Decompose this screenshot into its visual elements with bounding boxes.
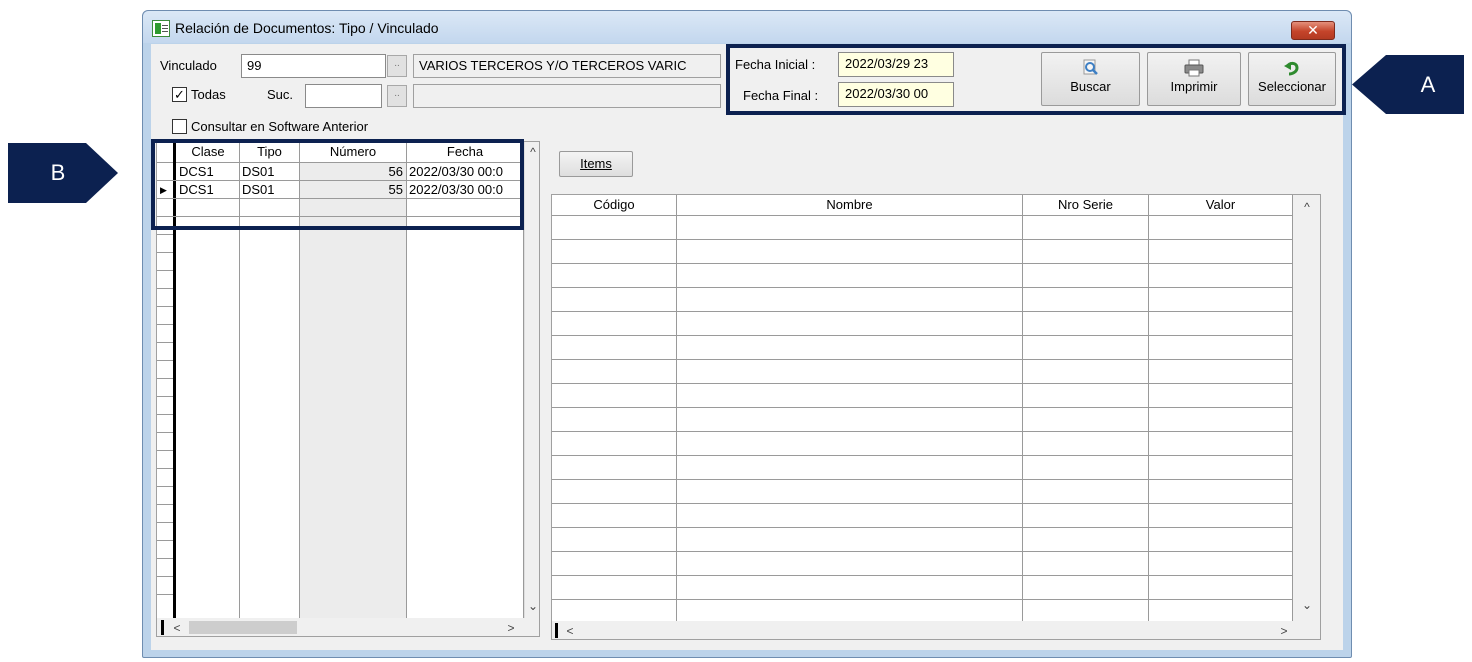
suc-lookup-button[interactable]: ..	[387, 85, 407, 107]
scroll-left-icon[interactable]: <	[169, 620, 185, 636]
documents-horizontal-scrollbar[interactable]: < >	[157, 618, 539, 636]
suc-input[interactable]	[305, 84, 382, 108]
scroll-up-icon[interactable]: ^	[525, 144, 539, 160]
scroll-thumb[interactable]	[189, 621, 297, 634]
annotation-marker-b: B	[8, 143, 118, 203]
items-vertical-scrollbar[interactable]: ^ ⌄	[1293, 195, 1320, 621]
annotation-frame-b	[151, 139, 524, 230]
annotation-label-b: B	[50, 160, 66, 185]
scroll-left-icon[interactable]: <	[562, 623, 578, 639]
column-header-nro-serie[interactable]: Nro Serie	[1023, 195, 1148, 215]
annotation-frame-a	[726, 44, 1346, 115]
scroll-right-icon[interactable]: >	[503, 620, 519, 636]
suc-label: Suc.	[267, 87, 294, 102]
column-header-nombre[interactable]: Nombre	[677, 195, 1022, 215]
column-header-valor[interactable]: Valor	[1149, 195, 1292, 215]
scroll-down-icon[interactable]: ⌄	[525, 598, 539, 614]
close-button[interactable]: ✕	[1291, 21, 1335, 40]
suc-name-field	[413, 84, 721, 108]
vinculado-input[interactable]: 99	[241, 54, 386, 78]
vinculado-lookup-button[interactable]: ..	[387, 55, 407, 77]
window-title: Relación de Documentos: Tipo / Vinculado	[175, 20, 439, 36]
consultar-label: Consultar en Software Anterior	[191, 119, 369, 134]
consultar-checkbox[interactable]	[172, 119, 187, 134]
vinculado-name-field: VARIOS TERCEROS Y/O TERCEROS VARIC	[413, 54, 721, 78]
check-icon: ✓	[174, 87, 185, 102]
vinculado-label: Vinculado	[160, 58, 217, 73]
annotation-marker-a: A	[1352, 55, 1464, 114]
document-list-icon	[152, 20, 170, 37]
column-header-codigo[interactable]: Código	[552, 195, 676, 215]
items-button[interactable]: Items	[559, 151, 633, 177]
dialog-content: Vinculado 99 .. VARIOS TERCEROS Y/O TERC…	[151, 44, 1343, 650]
scroll-right-icon[interactable]: >	[1276, 623, 1292, 639]
todas-label: Todas	[191, 87, 226, 102]
annotation-label-a: A	[1420, 71, 1436, 97]
todas-checkbox[interactable]: ✓	[172, 87, 187, 102]
scroll-up-icon[interactable]: ^	[1299, 199, 1315, 215]
scroll-down-icon[interactable]: ⌄	[1299, 597, 1315, 613]
items-button-label: Items	[580, 156, 612, 171]
items-horizontal-scrollbar[interactable]: < >	[552, 621, 1320, 639]
documents-vertical-scrollbar[interactable]: ^ ⌄	[524, 142, 539, 618]
title-bar[interactable]: Relación de Documentos: Tipo / Vinculado…	[143, 11, 1351, 43]
items-grid[interactable]: Código Nombre Nro Serie Valor ^ ⌄ < >	[551, 194, 1321, 640]
